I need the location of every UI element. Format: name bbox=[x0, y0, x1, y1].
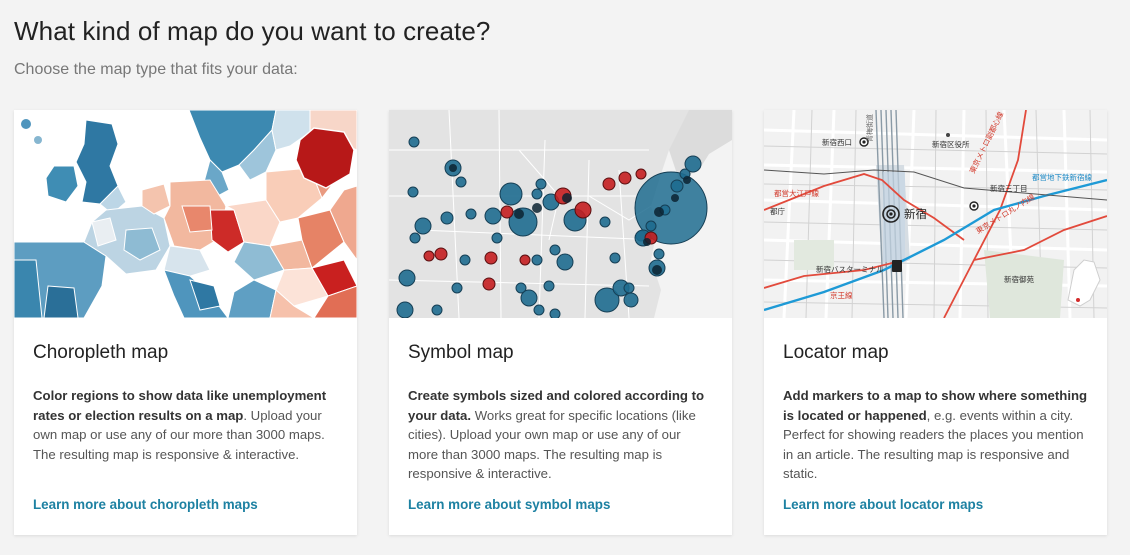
locator-city-map-icon: 新宿西口 新宿区役所 新宿三丁目 新宿バスターミナル 新宿御苑 都庁 都営大江戸… bbox=[764, 110, 1107, 318]
card-description: Create symbols sized and colored accordi… bbox=[408, 386, 713, 486]
svg-text:新宿御苑: 新宿御苑 bbox=[1004, 274, 1034, 284]
svg-text:都庁: 都庁 bbox=[770, 206, 785, 216]
svg-text:青梅街道: 青梅街道 bbox=[865, 114, 874, 142]
page-title: What kind of map do you want to create? bbox=[14, 16, 491, 46]
card-description: Color regions to show data like unemploy… bbox=[33, 386, 338, 486]
svg-text:新宿三丁目: 新宿三丁目 bbox=[990, 183, 1028, 193]
choropleth-europe-map-icon bbox=[14, 110, 357, 318]
svg-text:京王線: 京王線 bbox=[830, 290, 853, 300]
learn-more-choropleth-link[interactable]: Learn more about choropleth maps bbox=[33, 497, 258, 512]
symbol-usa-map-icon bbox=[389, 110, 732, 318]
locator-thumbnail: 新宿西口 新宿区役所 新宿三丁目 新宿バスターミナル 新宿御苑 都庁 都営大江戸… bbox=[764, 110, 1107, 318]
locator-card[interactable]: 新宿西口 新宿区役所 新宿三丁目 新宿バスターミナル 新宿御苑 都庁 都営大江戸… bbox=[764, 110, 1107, 535]
svg-text:新宿区役所: 新宿区役所 bbox=[932, 139, 970, 149]
card-title: Locator map bbox=[783, 342, 889, 363]
learn-more-symbol-link[interactable]: Learn more about symbol maps bbox=[408, 497, 610, 512]
symbol-card[interactable]: Symbol map Create symbols sized and colo… bbox=[389, 110, 732, 535]
svg-text:都営大江戸線: 都営大江戸線 bbox=[774, 188, 819, 198]
svg-text:新宿西口: 新宿西口 bbox=[822, 137, 852, 147]
svg-text:新宿: 新宿 bbox=[904, 207, 927, 221]
card-title: Choropleth map bbox=[33, 342, 169, 363]
page-subtitle: Choose the map type that fits your data: bbox=[14, 61, 298, 78]
choropleth-card[interactable]: Choropleth map Color regions to show dat… bbox=[14, 110, 357, 535]
card-title: Symbol map bbox=[408, 342, 514, 363]
svg-text:新宿バスターミナル: 新宿バスターミナル bbox=[816, 264, 884, 274]
symbol-thumbnail bbox=[389, 110, 732, 318]
learn-more-locator-link[interactable]: Learn more about locator maps bbox=[783, 497, 983, 512]
svg-text:都営地下鉄新宿線: 都営地下鉄新宿線 bbox=[1032, 172, 1092, 182]
card-description: Add markers to a map to show where somet… bbox=[783, 386, 1088, 486]
choropleth-thumbnail bbox=[14, 110, 357, 318]
